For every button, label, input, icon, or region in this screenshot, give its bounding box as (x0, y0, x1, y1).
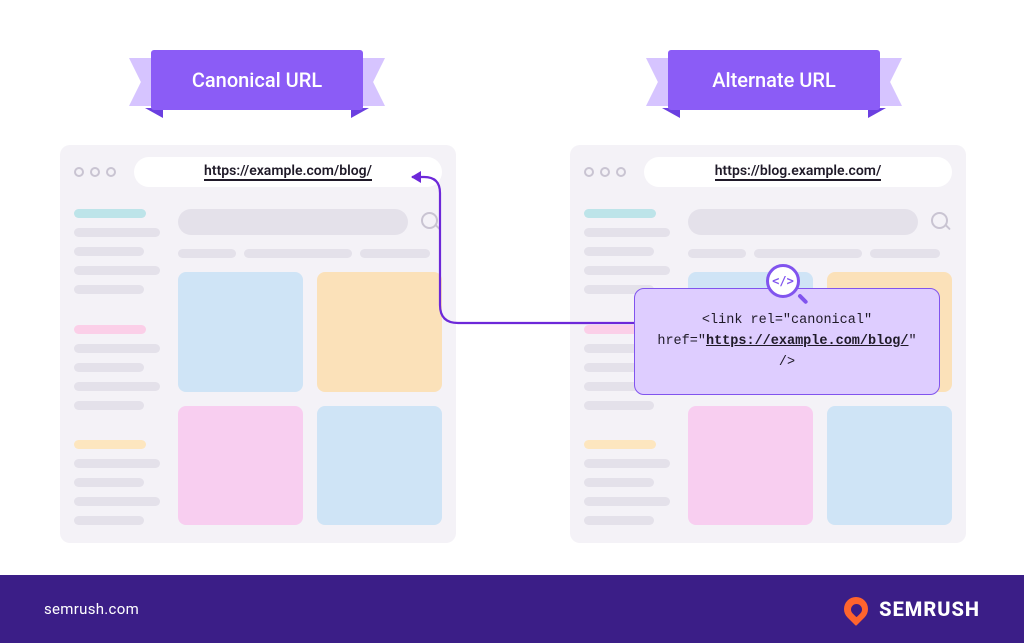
card-placeholder (688, 406, 813, 526)
canonical-arrow (410, 165, 642, 345)
address-bar: https://example.com/blog/ (134, 157, 442, 187)
card-placeholder (827, 406, 952, 526)
placeholder-line (74, 497, 160, 506)
brand-logo: SEMRUSH (843, 596, 980, 622)
code-magnifier-icon: </> (763, 261, 811, 309)
footer-bar: semrush.com SEMRUSH (0, 575, 1024, 643)
placeholder-line (178, 249, 236, 258)
code-line-2-pre: href=" (657, 334, 706, 349)
placeholder-line (74, 247, 144, 256)
placeholder-line (74, 516, 144, 525)
search-placeholder (688, 209, 918, 235)
address-bar: https://blog.example.com/ (644, 157, 952, 187)
placeholder-line (74, 363, 144, 372)
placeholder-line (244, 249, 352, 258)
search-row (178, 209, 442, 235)
code-bubble: </> <link rel="canonical" href="https://… (634, 288, 940, 395)
address-url: https://example.com/blog/ (204, 163, 372, 181)
address-url: https://blog.example.com/ (715, 163, 882, 181)
browser-titlebar: https://example.com/blog/ (60, 145, 456, 199)
text-row (178, 249, 442, 258)
placeholder-line (584, 516, 654, 525)
placeholder-line (688, 249, 746, 258)
spacer (584, 420, 670, 431)
text-row (688, 249, 952, 258)
placeholder-line (74, 440, 146, 449)
window-dot (90, 167, 100, 177)
diagram-stage: Canonical URL Alternate URL https://exam… (0, 0, 1024, 575)
placeholder-line (74, 285, 144, 294)
window-dot (106, 167, 116, 177)
spacer (74, 304, 160, 315)
placeholder-line (74, 228, 160, 237)
placeholder-line (74, 459, 160, 468)
window-dot (74, 167, 84, 177)
search-placeholder (178, 209, 408, 235)
footer-site: semrush.com (44, 600, 139, 618)
code-glyph: </> (766, 264, 800, 298)
browser-body (60, 199, 456, 543)
banner-alternate-label: Alternate URL (668, 50, 880, 110)
card-placeholder (178, 272, 303, 392)
card-placeholder (317, 406, 442, 526)
placeholder-line (584, 401, 654, 410)
placeholder-line (584, 440, 656, 449)
main-placeholder (178, 209, 442, 525)
placeholder-line (870, 249, 940, 258)
banner-canonical: Canonical URL (143, 50, 371, 110)
magnifier-handle (798, 293, 809, 304)
brand-text: SEMRUSH (879, 597, 980, 621)
code-line-2: href="https://example.com/blog/" /> (653, 332, 921, 374)
placeholder-line (74, 266, 160, 275)
placeholder-line (74, 344, 160, 353)
code-line-1: <link rel="canonical" (653, 311, 921, 332)
placeholder-line (584, 459, 670, 468)
window-controls (74, 167, 116, 177)
code-line-2-url: https://example.com/blog/ (706, 334, 909, 349)
placeholder-line (74, 401, 144, 410)
card-placeholder (178, 406, 303, 526)
card-grid (178, 272, 442, 525)
placeholder-line (584, 497, 670, 506)
flame-icon (843, 596, 869, 622)
sidebar-placeholder (74, 209, 160, 525)
placeholder-line (74, 382, 160, 391)
placeholder-line (74, 209, 146, 218)
arrowhead-icon (411, 171, 421, 183)
placeholder-line (74, 325, 146, 334)
search-row (688, 209, 952, 235)
search-icon (930, 211, 952, 233)
spacer (74, 420, 160, 431)
banner-canonical-label: Canonical URL (151, 50, 363, 110)
browser-canonical: https://example.com/blog/ (60, 145, 456, 543)
banner-alternate: Alternate URL (660, 50, 888, 110)
placeholder-line (584, 478, 654, 487)
placeholder-line (754, 249, 862, 258)
placeholder-line (74, 478, 144, 487)
